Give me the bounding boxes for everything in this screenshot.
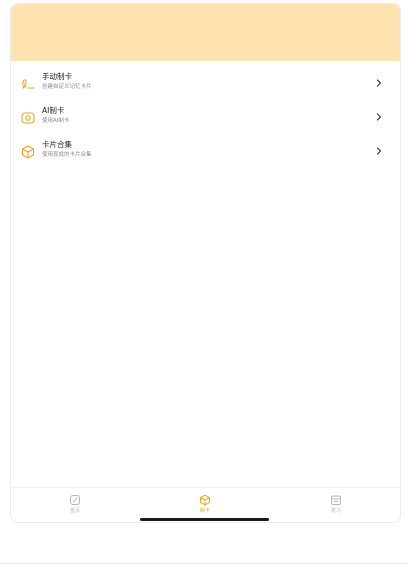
- menu-item-title: 卡片合集: [42, 140, 72, 149]
- tab-label: 首页: [69, 508, 80, 514]
- header-banner: [11, 4, 400, 61]
- tab-review[interactable]: 复习: [306, 492, 366, 520]
- tab-create-card[interactable]: 制卡: [175, 492, 235, 520]
- box-icon: [200, 494, 210, 506]
- tab-label: 制卡: [199, 508, 210, 514]
- divider: [0, 563, 408, 564]
- signature-icon: [22, 79, 35, 89]
- create-card-menu: 手动制卡 创建自定义记忆卡片 AI制卡 使用AI制卡 卡片合集 使用现成的卡片合…: [11, 67, 400, 169]
- menu-item-manual[interactable]: 手动制卡 创建自定义记忆卡片: [11, 67, 400, 101]
- tab-label: 复习: [330, 508, 341, 514]
- menu-item-title: AI制卡: [42, 106, 65, 115]
- tab-home[interactable]: 首页: [45, 492, 105, 520]
- menu-item-title: 手动制卡: [42, 72, 72, 81]
- menu-item-subtitle: 使用现成的卡片合集: [42, 152, 92, 158]
- menu-item-collection[interactable]: 卡片合集 使用现成的卡片合集: [11, 135, 400, 169]
- home-indicator[interactable]: [140, 518, 269, 521]
- cube-icon: [21, 145, 35, 159]
- app-window: 手动制卡 创建自定义记忆卡片 AI制卡 使用AI制卡 卡片合集 使用现成的卡片合…: [10, 3, 401, 523]
- calendar-icon: [331, 495, 341, 505]
- menu-item-ai[interactable]: AI制卡 使用AI制卡: [11, 101, 400, 135]
- menu-item-subtitle: 使用AI制卡: [42, 118, 70, 124]
- chevron-right-icon: [376, 79, 382, 87]
- chevron-right-icon: [376, 113, 382, 121]
- menu-item-subtitle: 创建自定义记忆卡片: [42, 84, 92, 90]
- ai-eye-icon: [21, 112, 35, 124]
- chevron-right-icon: [376, 147, 382, 155]
- home-icon: [70, 495, 80, 505]
